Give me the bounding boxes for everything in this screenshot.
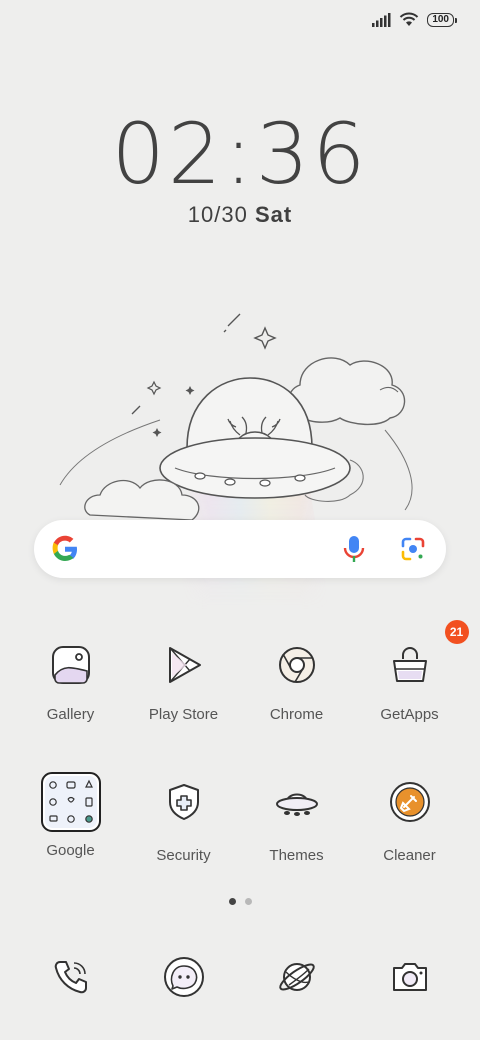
app-gallery[interactable]: Gallery	[14, 640, 127, 723]
app-themes[interactable]: Themes	[240, 777, 353, 864]
page-dot[interactable]	[244, 898, 252, 905]
app-getapps[interactable]: 21 GetApps	[353, 620, 469, 723]
chrome-icon	[272, 640, 322, 690]
google-folder-icon	[40, 772, 101, 832]
play-store-icon	[159, 640, 209, 690]
battery-icon: 100	[427, 12, 457, 27]
gallery-icon	[46, 640, 96, 690]
camera-icon	[393, 963, 427, 991]
app-label: Google	[46, 842, 95, 859]
app-chrome[interactable]: Chrome	[240, 640, 353, 723]
dock-camera[interactable]	[385, 952, 435, 1002]
app-folder-google[interactable]: Google	[14, 772, 127, 859]
app-cleaner[interactable]: Cleaner	[353, 777, 466, 864]
app-label: Cleaner	[383, 847, 436, 864]
status-bar: 100	[371, 12, 457, 27]
getapps-icon: 21	[385, 620, 469, 690]
cleaner-icon	[385, 777, 435, 827]
date-value: 10/30	[187, 202, 248, 227]
themes-icon	[272, 777, 322, 827]
signal-icon	[372, 12, 391, 27]
mic-icon[interactable]	[342, 534, 366, 564]
date-label[interactable]: 10/30 Sat	[0, 202, 480, 228]
phone-icon	[54, 961, 87, 994]
lens-icon[interactable]	[400, 536, 426, 562]
day-value: Sat	[254, 202, 293, 227]
dock-messages[interactable]	[159, 952, 209, 1002]
page-indicator[interactable]	[0, 898, 480, 905]
wifi-icon	[400, 12, 419, 26]
clock-time[interactable]: 02:36	[0, 105, 480, 203]
app-label: Play Store	[148, 706, 219, 723]
google-logo	[52, 535, 77, 561]
app-label: Chrome	[269, 706, 324, 723]
app-label: Gallery	[46, 706, 95, 723]
google-search-bar[interactable]	[34, 520, 446, 578]
notification-badge: 21	[444, 620, 469, 644]
messages-icon	[164, 957, 204, 997]
app-label: Themes	[269, 847, 324, 864]
app-label: Security	[156, 847, 211, 864]
app-label: GetApps	[380, 706, 439, 723]
browser-icon	[279, 963, 315, 991]
page-dot-active[interactable]	[228, 898, 236, 905]
dock-browser[interactable]	[272, 952, 322, 1002]
app-security[interactable]: Security	[127, 777, 240, 864]
dock-phone[interactable]	[46, 952, 96, 1002]
app-play-store[interactable]: Play Store	[127, 640, 240, 723]
security-icon	[159, 777, 209, 827]
